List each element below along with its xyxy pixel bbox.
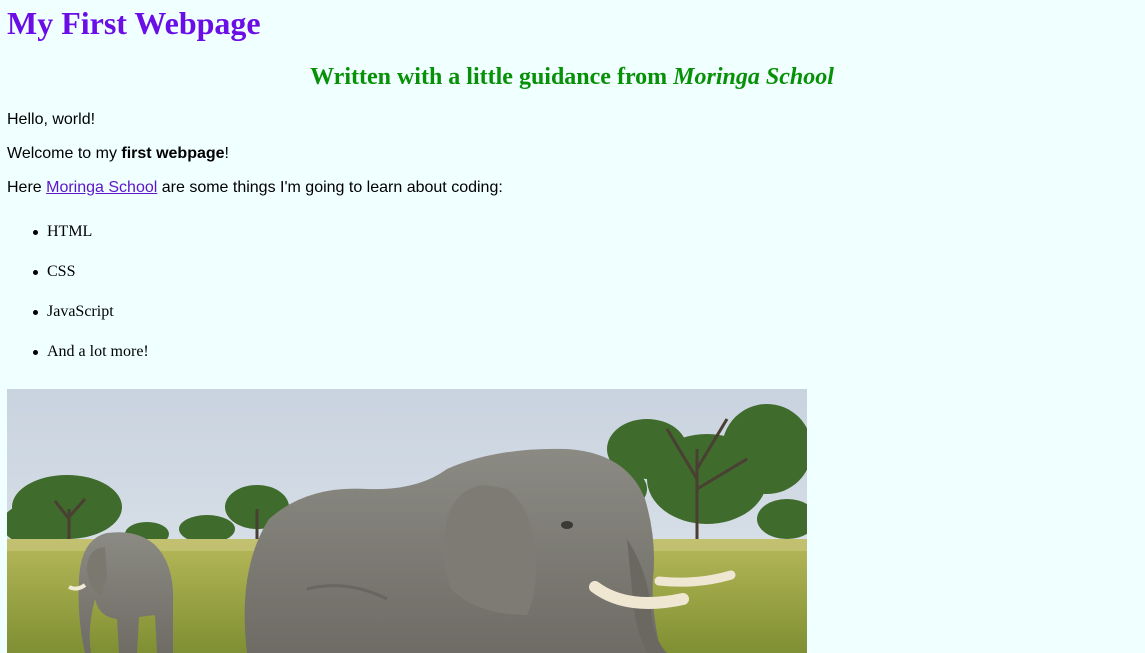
elephant-photo <box>7 389 807 653</box>
list-item: And a lot more! <box>33 342 149 382</box>
welcome-prefix: Welcome to my <box>7 145 122 162</box>
welcome-text: Welcome to my first webpage! <box>7 144 229 164</box>
subtitle-text: Written with a little guidance from <box>310 64 674 90</box>
welcome-bold: first webpage <box>121 145 225 162</box>
moringa-school-link[interactable]: Moringa School <box>46 179 157 196</box>
intro-prefix: Here <box>7 179 47 196</box>
list-item: CSS <box>33 262 149 302</box>
list-item: JavaScript <box>33 302 149 342</box>
intro-text: Here Moringa School are some things I'm … <box>7 178 503 198</box>
topics-list: HTML CSS JavaScript And a lot more! <box>33 222 149 382</box>
page-subtitle: Written with a little guidance from Mori… <box>7 62 1137 92</box>
subtitle-school: Moringa School <box>673 64 834 90</box>
list-item: HTML <box>33 222 149 262</box>
page-title: My First Webpage <box>7 5 261 41</box>
greeting-text: Hello, world! <box>7 111 96 128</box>
welcome-suffix: ! <box>224 145 229 162</box>
intro-suffix: are some things I'm going to learn about… <box>157 179 503 196</box>
